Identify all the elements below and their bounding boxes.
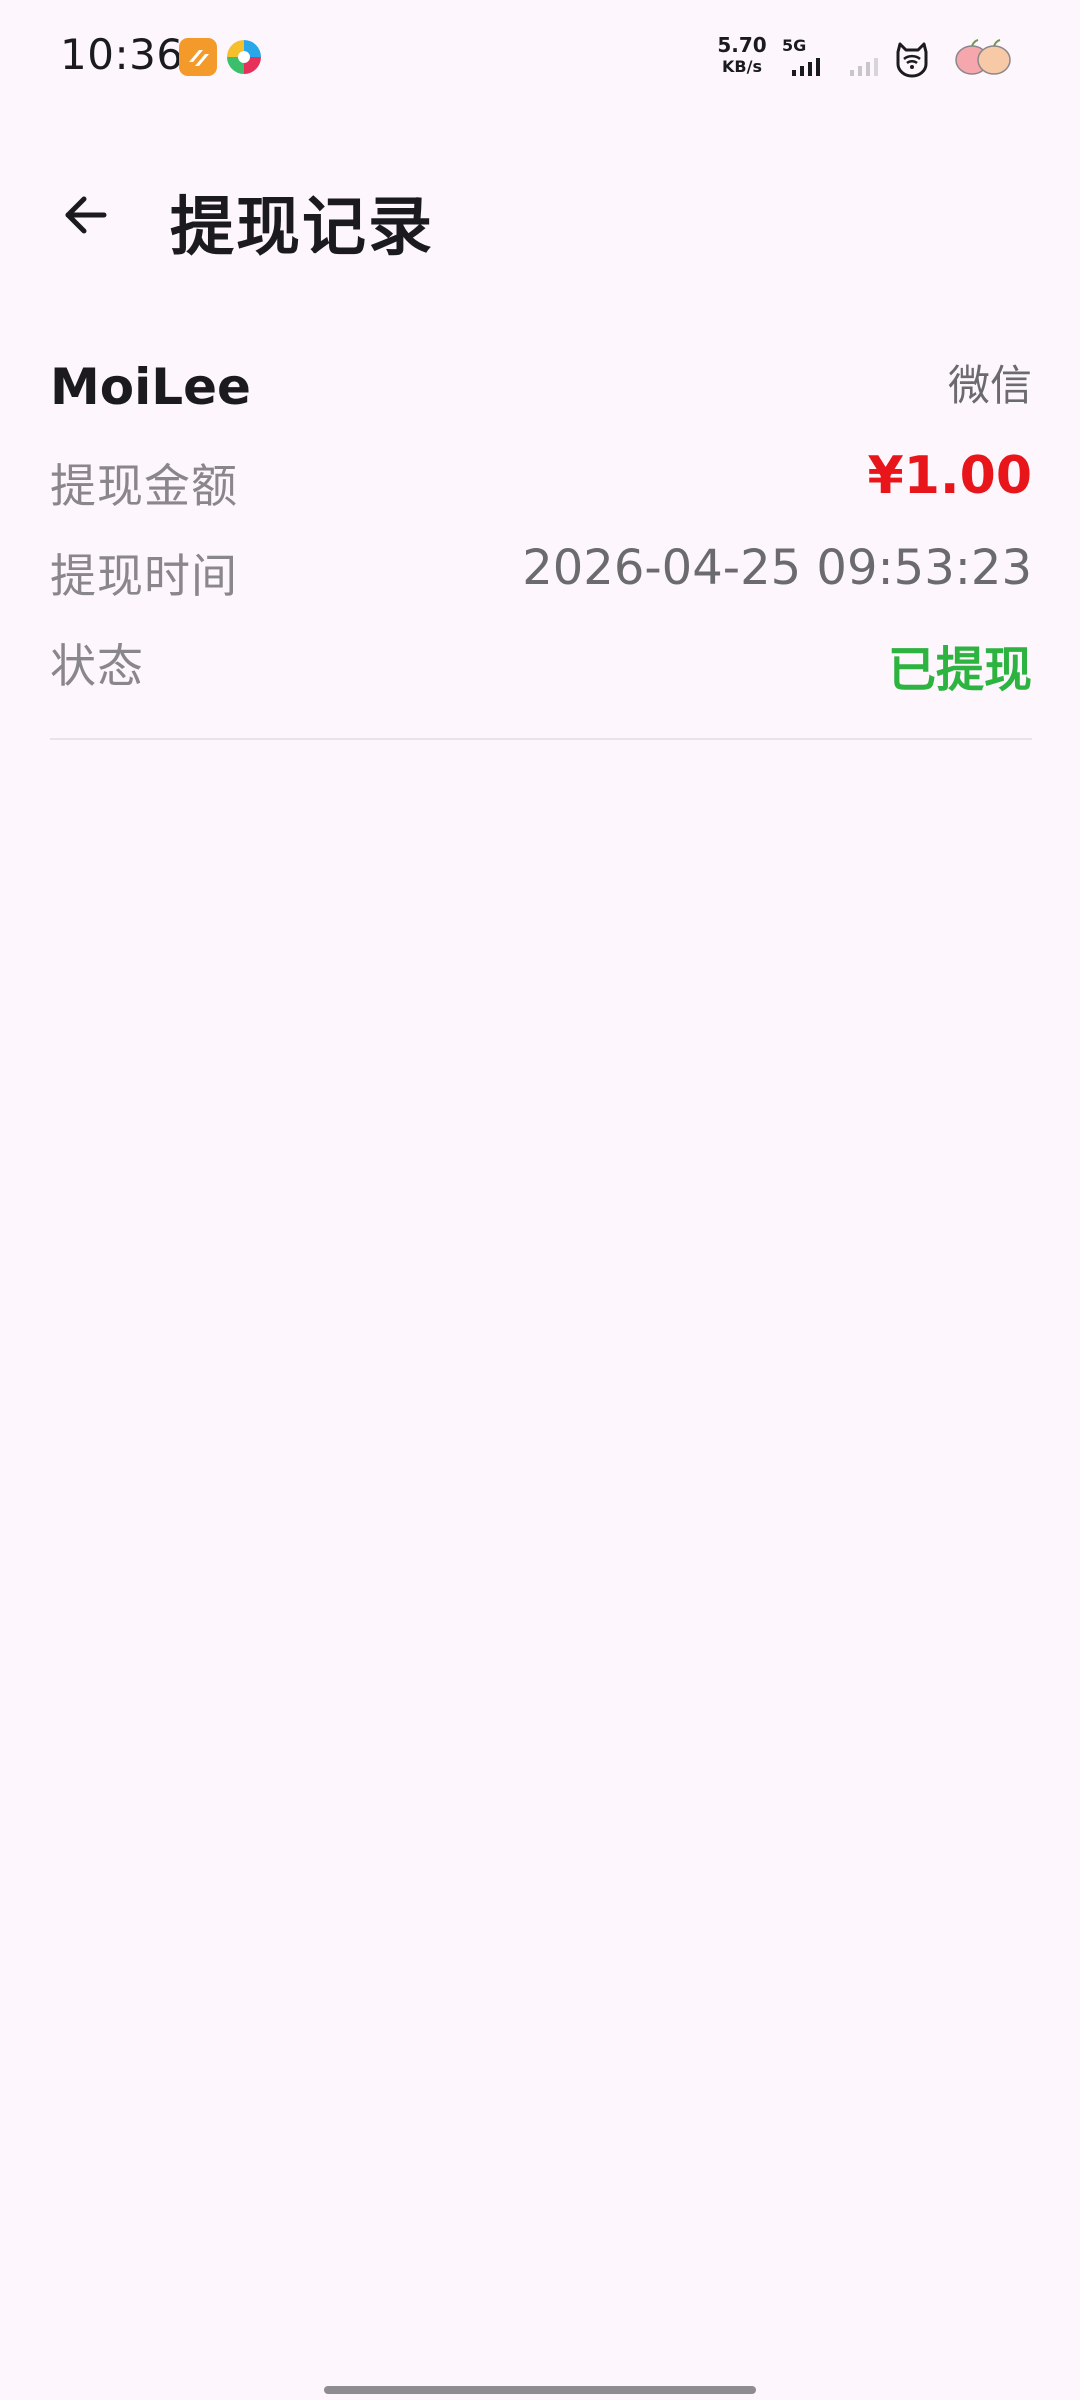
back-button[interactable] [40, 170, 130, 260]
signal-icon [792, 58, 820, 76]
arrow-left-icon [65, 196, 107, 234]
page-title: 提现记录 [170, 191, 434, 265]
payment-channel: 微信 [947, 361, 1032, 410]
record-header: MoiLee 微信 [50, 340, 1032, 430]
status-bar: 10:36 5.70 KB/s 5G [0, 0, 1080, 118]
app-bar: 提现记录 [0, 140, 1080, 290]
network-speed-unit: KB/s [722, 57, 762, 76]
status-label: 状态 [50, 639, 144, 693]
row-withdraw-time: 提现时间 2026-04-25 09:53:23 [50, 530, 1032, 610]
withdrawal-record-item[interactable]: MoiLee 微信 提现金额 ¥1.00 提现时间 2026-04-25 09:… [50, 340, 1032, 740]
status-badge: 已提现 [887, 642, 1032, 698]
status-time: 10:36 [60, 30, 184, 79]
account-name: MoiLee [50, 358, 251, 416]
network-speed-value: 5.70 [717, 33, 767, 57]
withdraw-amount-label: 提现金额 [50, 459, 238, 513]
withdraw-amount-value: ¥1.00 [867, 446, 1032, 506]
gesture-navigation-bar[interactable] [324, 2386, 756, 2394]
row-status: 状态 已提现 [50, 620, 1032, 700]
notification-app-multicolor-icon [227, 40, 261, 74]
row-withdraw-amount: 提现金额 ¥1.00 [50, 440, 1032, 520]
signal-weak-icon [850, 58, 878, 76]
notification-app-orange-icon [179, 38, 217, 76]
network-speed: 5.70 KB/s [716, 34, 768, 78]
withdraw-time-label: 提现时间 [50, 549, 238, 603]
wifi-icon [896, 42, 928, 78]
battery-icon [955, 39, 1011, 75]
network-type: 5G [782, 36, 807, 55]
withdraw-time-value: 2026-04-25 09:53:23 [522, 540, 1032, 596]
